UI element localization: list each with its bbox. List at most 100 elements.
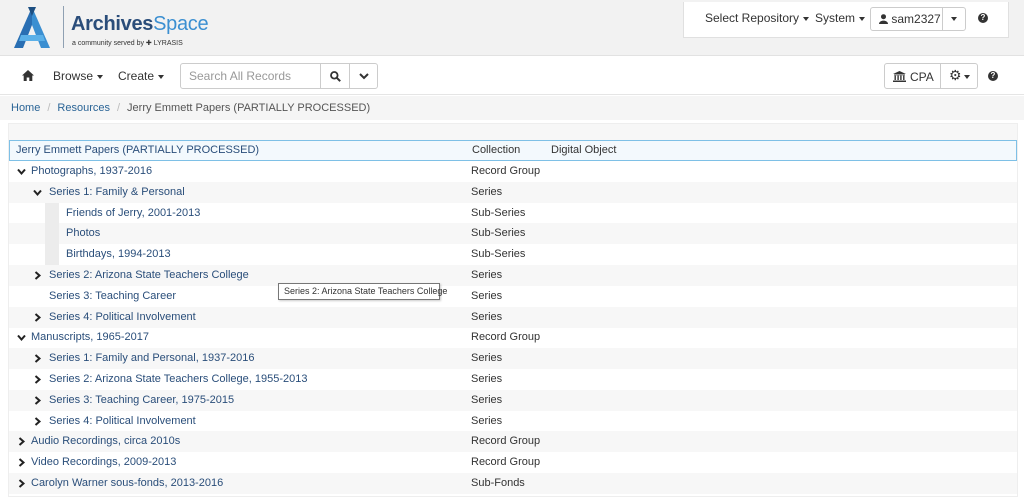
tree-root-title[interactable]: Jerry Emmett Papers (PARTIALLY PROCESSED… <box>16 141 259 160</box>
tree-row[interactable]: Series 3: Teaching Career Series <box>9 286 1017 307</box>
tree-row[interactable]: Photos Sub-Series <box>9 223 1017 245</box>
chevron-right-icon[interactable] <box>33 312 42 322</box>
settings-menu-button[interactable]: ⚙ <box>940 63 978 89</box>
tree-row-title[interactable]: Series 4: Political Involvement <box>49 307 196 328</box>
system-menu[interactable]: System <box>815 11 866 25</box>
tree-row-title[interactable]: Series 4: Political Involvement <box>49 411 196 432</box>
chevron-down-icon[interactable] <box>17 167 26 176</box>
tree-row-level: Series <box>471 414 503 427</box>
breadcrumb-resources[interactable]: Resources <box>57 102 110 114</box>
user-icon <box>879 14 888 24</box>
chevron-down-icon <box>359 73 369 80</box>
tree-row-title[interactable]: Series 2: Arizona State Teachers College <box>49 265 249 286</box>
tree-row-title[interactable]: Photographs, 1937-2016 <box>31 161 152 182</box>
archivesspace-logo[interactable] <box>10 5 55 50</box>
main-toolbar: Browse Create CPA ⚙ ? <box>0 57 1024 95</box>
tree-row-title[interactable]: Series 2: Arizona State Teachers College… <box>49 369 307 390</box>
browse-menu[interactable]: Browse <box>53 69 104 83</box>
tree-row[interactable]: Carolyn Warner sous-fonds, 2013-2016 Sub-… <box>9 473 1017 494</box>
chevron-down-icon <box>97 74 104 79</box>
level-column-header: Collection <box>472 144 521 156</box>
chevron-right-icon[interactable] <box>33 396 42 405</box>
tree-row[interactable]: Photographs, 1937-2016 Record Group <box>9 161 1017 182</box>
tree-root-row[interactable]: Jerry Emmett Papers (PARTIALLY PROCESSED… <box>9 140 1017 161</box>
app-header: ArchivesSpace a community served by ✚ LY… <box>0 0 1024 56</box>
tree-row[interactable]: Series 2: Arizona State Teachers College… <box>9 265 1017 286</box>
tree-row-title[interactable]: Audio Recordings, circa 2010s <box>31 431 180 452</box>
header-nav: Select Repository System sam2327 ? <box>683 2 1009 38</box>
institution-icon <box>893 71 906 82</box>
repository-button[interactable]: CPA <box>884 63 941 89</box>
tree-row-title[interactable]: Birthdays, 1994-2013 <box>66 244 171 265</box>
repository-code: CPA <box>910 70 934 84</box>
tree-row-level: Series <box>471 352 503 365</box>
chevron-down-icon <box>803 16 810 21</box>
tree-row-level: Series <box>471 373 503 385</box>
search-options-button[interactable] <box>349 63 378 89</box>
tree-row[interactable]: Video Recordings, 2009-2013 Record Group <box>9 452 1017 473</box>
create-menu[interactable]: Create <box>118 69 165 83</box>
search-input[interactable] <box>180 63 321 89</box>
search-button[interactable] <box>320 63 350 89</box>
brand-name: ArchivesSpace <box>71 13 209 35</box>
chevron-right-icon[interactable] <box>17 437 26 447</box>
chevron-down-icon[interactable] <box>17 333 26 342</box>
tree-row[interactable]: Series 4: Political Involvement Series <box>9 306 1017 328</box>
indent-guide <box>45 202 59 224</box>
tree-row[interactable]: Birthdays, 1994-2013 Sub-Series <box>9 244 1017 266</box>
tree-row-title[interactable]: Series 1: Family and Personal, 1937-2016 <box>49 348 254 369</box>
logo-divider <box>63 6 64 48</box>
chevron-right-icon[interactable] <box>17 479 26 488</box>
tree-row-level: Sub-Series <box>471 248 526 261</box>
tree-row-title[interactable]: Carolyn Warner sous-fonds, 2013-2016 <box>31 473 223 494</box>
chevron-right-icon[interactable] <box>33 354 42 363</box>
chevron-down-icon[interactable] <box>33 188 42 197</box>
tree-row-level: Series <box>471 289 503 302</box>
tree-row-level: Sub-Fonds <box>471 477 525 489</box>
search-icon <box>330 71 341 82</box>
breadcrumb-separator: / <box>47 102 51 114</box>
username: sam2327 <box>891 12 941 26</box>
tree-row[interactable]: Series 4: Political Involvement Series <box>9 411 1017 432</box>
gear-icon: ⚙ <box>949 67 962 83</box>
chevron-right-icon[interactable] <box>33 271 42 280</box>
select-repository-menu[interactable]: Select Repository <box>705 11 810 25</box>
breadcrumb-home[interactable]: Home <box>11 102 40 114</box>
tree-row-level: Series <box>471 185 503 198</box>
home-icon[interactable] <box>22 70 34 81</box>
user-menu-toggle[interactable] <box>942 7 966 31</box>
chevron-right-icon[interactable] <box>33 416 42 426</box>
tree-row[interactable]: Series 1: Family and Personal, 1937-2016… <box>9 348 1017 370</box>
tree-row[interactable]: Friends of Jerry, 2001-2013 Sub-Series <box>9 202 1017 224</box>
tree-row[interactable]: Audio Recordings, circa 2010s Record Grou… <box>9 431 1017 453</box>
tree-row[interactable]: Manuscripts, 1965-2017 Record Group <box>9 327 1017 348</box>
chevron-down-icon <box>964 75 970 79</box>
breadcrumb-current: Jerry Emmett Papers (PARTIALLY PROCESSED… <box>127 102 371 114</box>
tree-row-level: Series <box>471 393 503 406</box>
tree-row[interactable]: Series 1: Family & Personal Series <box>9 181 1017 203</box>
tooltip: Series 2: Arizona State Teachers College <box>278 283 447 300</box>
indent-guide <box>45 244 59 266</box>
help-icon[interactable]: ? <box>978 13 988 23</box>
tree-row[interactable]: Series 2: Arizona State Teachers College… <box>9 369 1017 390</box>
tree-row[interactable]: Series 3: Teaching Career, 1975-2015 Seri… <box>9 389 1017 411</box>
tree-row-level: Record Group <box>471 456 541 469</box>
digital-object-column-header: Digital Object <box>551 144 617 156</box>
brand-tagline: a community served by ✚ LYRASIS <box>72 40 183 47</box>
breadcrumb: Home / Resources / Jerry Emmett Papers (PART… <box>0 96 1024 120</box>
chevron-right-icon[interactable] <box>17 458 26 467</box>
tree-row-title[interactable]: Manuscripts, 1965-2017 <box>31 327 149 348</box>
tree-row-title[interactable]: Photos <box>66 223 100 244</box>
tree-row-title[interactable]: Series 3: Teaching Career, 1975-2015 <box>49 390 234 411</box>
chevron-down-icon <box>859 16 866 21</box>
tree-row-title[interactable]: Series 1: Family & Personal <box>49 182 185 203</box>
tree-row-title[interactable]: Video Recordings, 2009-2013 <box>31 452 176 473</box>
tree-row-level: Sub-Series <box>471 227 526 240</box>
resource-tree: Jerry Emmett Papers (PARTIALLY PROCESSED… <box>8 123 1018 497</box>
tree-row-title[interactable]: Series 3: Teaching Career <box>49 286 176 307</box>
tree-row-title[interactable]: Friends of Jerry, 2001-2013 <box>66 203 200 224</box>
user-button[interactable]: sam2327 <box>870 7 943 31</box>
chevron-right-icon[interactable] <box>33 375 42 384</box>
tree-row-level: Record Group <box>471 331 541 344</box>
help-icon[interactable]: ? <box>988 71 998 81</box>
